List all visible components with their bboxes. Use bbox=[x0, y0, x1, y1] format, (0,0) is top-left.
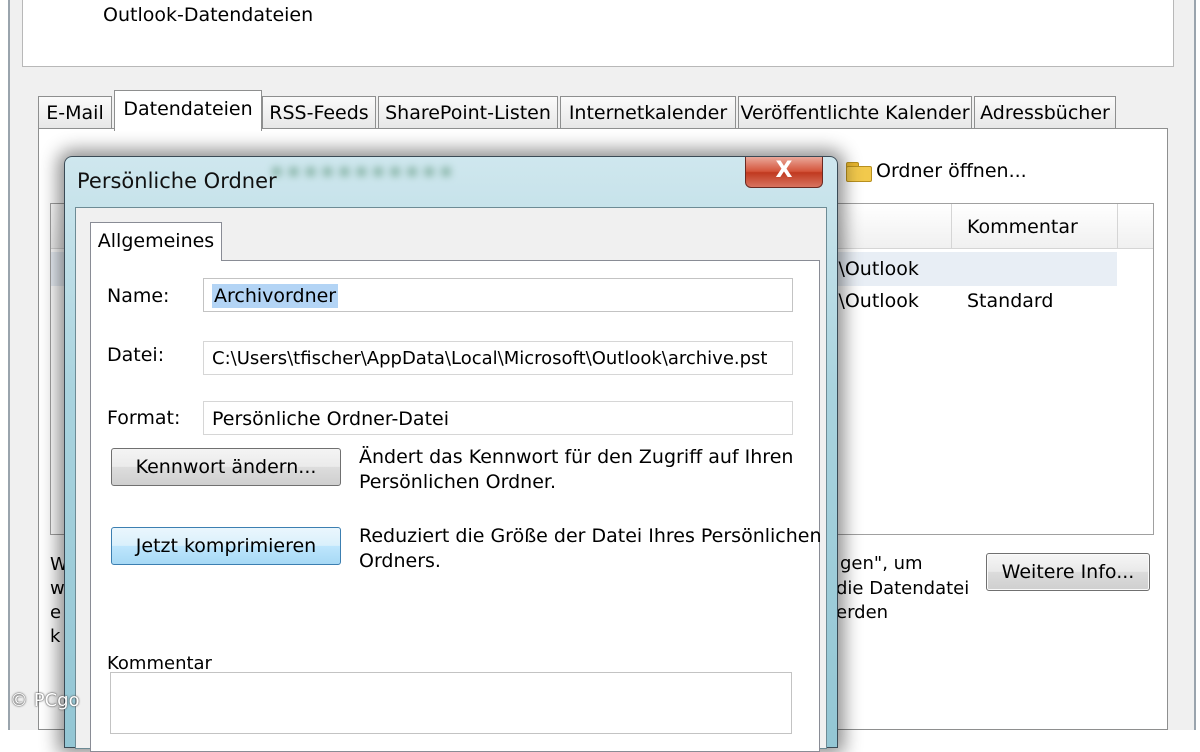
file-path-field[interactable]: C:\Users\tfischer\AppData\Local\Microsof… bbox=[203, 341, 793, 375]
info-text-fragment: k bbox=[50, 626, 61, 647]
close-button[interactable]: X bbox=[745, 157, 823, 188]
name-value: Archivordner bbox=[212, 284, 339, 308]
header-title: Outlook-Datendateien bbox=[103, 4, 314, 26]
comment-field[interactable] bbox=[110, 672, 792, 734]
more-info-button[interactable]: Weitere Info... bbox=[986, 553, 1150, 591]
window-header: Outlook-Datendateien bbox=[22, 0, 1174, 67]
tab-general[interactable]: Allgemeines bbox=[90, 222, 222, 261]
name-field[interactable]: Archivordner bbox=[203, 278, 793, 312]
info-text-fragment: e bbox=[50, 602, 62, 623]
name-label: Name: bbox=[107, 285, 170, 307]
tab-internet-calendars[interactable]: Internetkalender bbox=[560, 96, 736, 129]
tab-data-files[interactable]: Datendateien bbox=[114, 90, 262, 131]
info-text-line-2: die Datendatei bbox=[836, 578, 970, 599]
personal-folders-dialog: ▪ ▪ ▪ ▪ ▪ ▪ ▪ ▪ ▪ ▪ ▪ Persönliche Ordner… bbox=[64, 156, 838, 752]
tab-address-books[interactable]: Adressbücher bbox=[974, 96, 1116, 129]
open-folder-button[interactable]: Ordner öffnen... bbox=[846, 160, 1027, 182]
info-text-fragment: w bbox=[50, 578, 65, 599]
file-label: Datei: bbox=[107, 344, 165, 366]
tab-sharepoint-lists[interactable]: SharePoint-Listen bbox=[378, 96, 558, 129]
compact-now-button[interactable]: Jetzt komprimieren bbox=[111, 527, 341, 565]
info-text-line-1: gen", um bbox=[840, 553, 923, 574]
format-label: Format: bbox=[107, 407, 181, 429]
compact-desc-2: Ordners. bbox=[359, 550, 441, 572]
format-field: Persönliche Ordner-Datei bbox=[203, 401, 793, 435]
watermark: © PCgo bbox=[10, 690, 80, 711]
row-1-path: t\Outlook bbox=[831, 258, 919, 280]
tab-email[interactable]: E-Mail bbox=[38, 96, 112, 129]
compact-desc-1: Reduziert die Größe der Datei Ihres Pers… bbox=[359, 525, 822, 547]
change-password-desc-1: Ändert das Kennwort für den Zugriff auf … bbox=[359, 446, 794, 468]
info-text-line-3: erden bbox=[836, 602, 889, 623]
row-2-comment: Standard bbox=[967, 290, 1054, 312]
column-comment[interactable]: Kommentar bbox=[967, 216, 1078, 238]
tab-published-calendars[interactable]: Veröffentlichte Kalender bbox=[738, 96, 972, 129]
blurred-toolbar: ▪ ▪ ▪ ▪ ▪ ▪ ▪ ▪ ▪ ▪ ▪ bbox=[271, 161, 452, 181]
folder-icon bbox=[846, 162, 872, 182]
row-2-path: t\Outlook bbox=[831, 290, 919, 312]
close-icon: X bbox=[775, 158, 793, 183]
change-password-desc-2: Persönlichen Ordner. bbox=[359, 471, 556, 493]
comment-label: Kommentar bbox=[107, 653, 212, 674]
change-password-button[interactable]: Kennwort ändern... bbox=[111, 448, 341, 486]
tab-rss-feeds[interactable]: RSS-Feeds bbox=[262, 96, 376, 129]
open-folder-label: Ordner öffnen... bbox=[876, 160, 1027, 182]
dialog-title: Persönliche Ordner bbox=[77, 169, 277, 193]
